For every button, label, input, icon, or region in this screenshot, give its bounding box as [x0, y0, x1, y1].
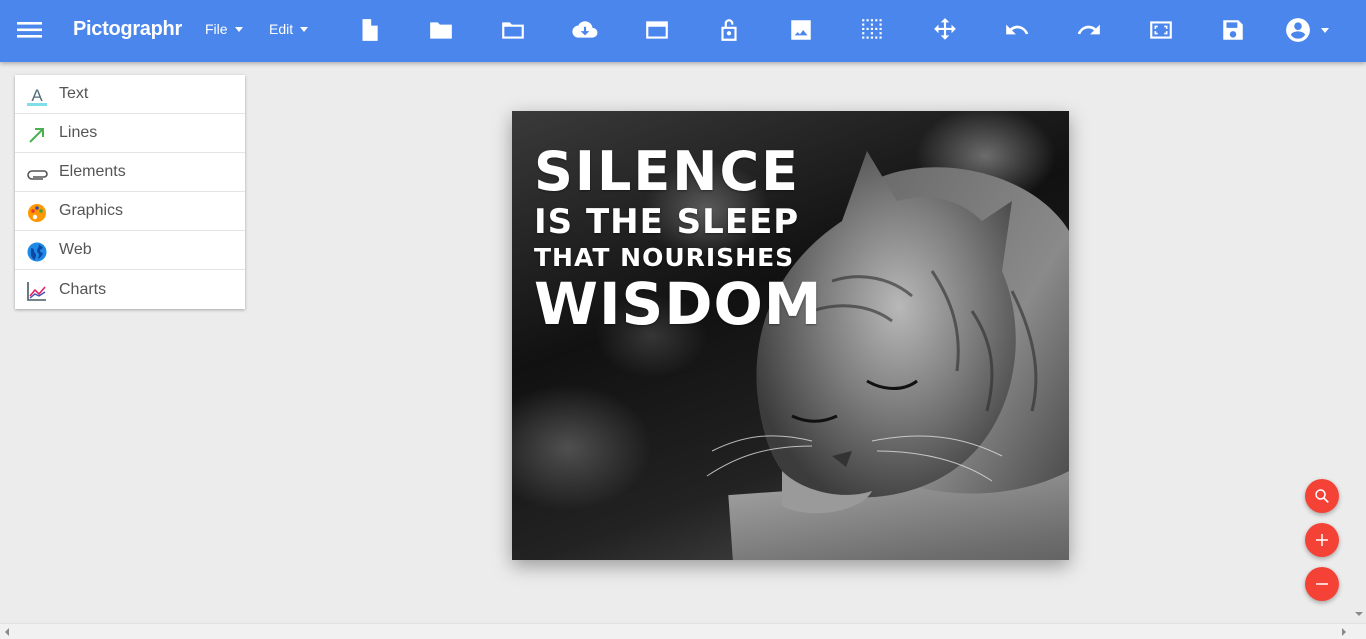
arrow-line-icon — [26, 124, 48, 146]
horizontal-scrollbar[interactable] — [0, 623, 1366, 639]
sidebar-item-graphics[interactable]: Graphics — [15, 192, 245, 231]
file-menu-button[interactable]: File — [205, 21, 243, 37]
scroll-left-arrow-icon[interactable] — [5, 628, 9, 636]
account-caret-down-icon[interactable] — [1316, 14, 1334, 46]
quote-text-block[interactable]: SILENCE IS THE SLEEP THAT NOURISHES WISD… — [534, 140, 823, 338]
sidebar-item-label: Web — [59, 241, 92, 258]
undo-icon[interactable] — [1001, 14, 1033, 46]
cloud-download-icon[interactable] — [569, 14, 601, 46]
file-menu-label: File — [205, 21, 228, 37]
image-icon[interactable] — [785, 14, 817, 46]
new-document-icon[interactable] — [353, 14, 385, 46]
account-icon[interactable] — [1282, 14, 1314, 46]
grid-icon[interactable] — [857, 14, 889, 46]
sidebar-item-charts[interactable]: Charts — [15, 270, 245, 309]
edit-menu-label: Edit — [269, 21, 294, 37]
sidebar-item-lines[interactable]: Lines — [15, 114, 245, 153]
svg-text:A: A — [31, 86, 43, 105]
move-icon[interactable] — [929, 14, 961, 46]
save-icon[interactable] — [1217, 14, 1249, 46]
edit-menu-button[interactable]: Edit — [269, 21, 309, 37]
hamburger-menu-icon[interactable] — [17, 18, 43, 42]
zoom-out-button[interactable] — [1305, 567, 1339, 601]
sidebar-item-text[interactable]: A Text — [15, 75, 245, 114]
zoom-in-button[interactable] — [1305, 523, 1339, 557]
fullscreen-icon[interactable] — [1145, 14, 1177, 46]
quote-line-2: IS THE SLEEP — [534, 202, 800, 242]
zoom-search-icon — [1315, 489, 1329, 504]
zoom-in-icon — [1316, 534, 1328, 546]
zoom-out-icon — [1316, 583, 1328, 585]
palette-icon — [26, 202, 48, 224]
folder-icon[interactable] — [497, 14, 529, 46]
app-bar: Pictographr File Edit — [0, 0, 1366, 62]
sidebar-item-label: Elements — [59, 163, 126, 180]
element-sidebar: A Text Lines Elements Graphics Web Chart… — [15, 75, 245, 309]
sidebar-item-label: Text — [59, 85, 89, 102]
quote-line-1: SILENCE — [534, 140, 800, 203]
paperclip-icon — [26, 163, 48, 185]
quote-line-3: THAT NOURISHES — [534, 243, 795, 272]
sidebar-item-elements[interactable]: Elements — [15, 153, 245, 192]
zoom-search-button[interactable] — [1305, 479, 1339, 513]
sidebar-item-label: Graphics — [59, 202, 124, 219]
quote-line-4: WISDOM — [534, 270, 823, 338]
open-folder-icon[interactable] — [425, 14, 457, 46]
sidebar-item-label: Charts — [59, 280, 107, 298]
text-icon: A — [26, 85, 48, 107]
design-canvas[interactable]: SILENCE IS THE SLEEP THAT NOURISHES WISD… — [512, 111, 1069, 560]
caret-down-icon — [234, 26, 243, 32]
sidebar-item-label: Lines — [59, 124, 98, 141]
caret-down-icon — [300, 26, 309, 32]
globe-icon — [26, 241, 48, 263]
lock-open-icon[interactable] — [713, 14, 745, 46]
scroll-right-arrow-icon[interactable] — [1342, 628, 1346, 636]
vertical-scroll-down-arrow[interactable] — [1355, 612, 1363, 616]
sidebar-item-web[interactable]: Web — [15, 231, 245, 270]
window-icon[interactable] — [641, 14, 673, 46]
redo-icon[interactable] — [1073, 14, 1105, 46]
chart-icon — [26, 280, 48, 302]
app-brand[interactable]: Pictographr — [73, 18, 182, 41]
